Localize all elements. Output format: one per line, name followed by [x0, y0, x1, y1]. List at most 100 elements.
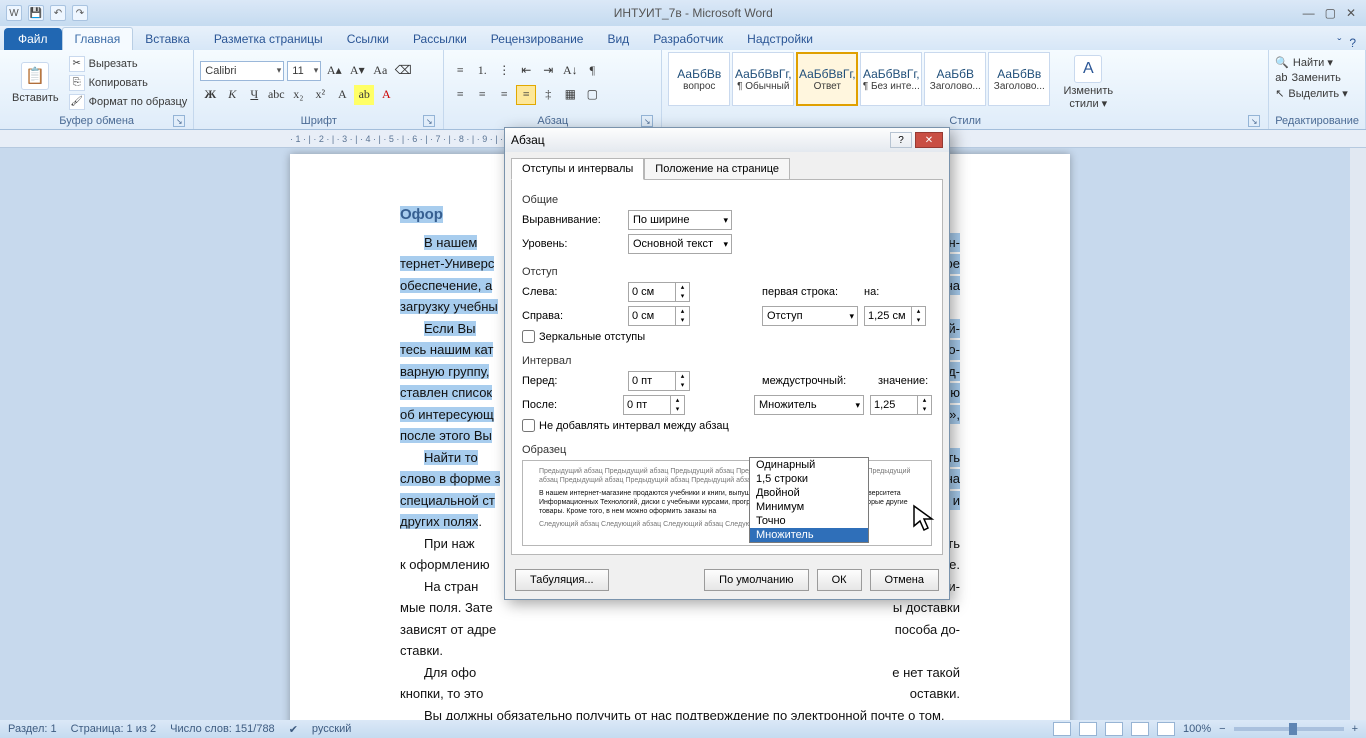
tab-view[interactable]: Вид [595, 28, 641, 50]
align-left-icon[interactable]: ≡ [450, 85, 470, 105]
tab-developer[interactable]: Разработчик [641, 28, 735, 50]
shrink-font-icon[interactable]: A▾ [347, 61, 367, 81]
font-name-combo[interactable]: Calibri [200, 61, 284, 81]
outline-view-icon[interactable] [1131, 722, 1149, 736]
multilevel-icon[interactable]: ⋮ [494, 61, 514, 81]
maximize-icon[interactable]: ▢ [1325, 6, 1336, 20]
zoom-out-icon[interactable]: − [1219, 723, 1225, 735]
mirror-indents-checkbox[interactable]: Зеркальные отступы [522, 330, 932, 343]
tab-home[interactable]: Главная [62, 27, 134, 50]
bullets-icon[interactable]: ≡ [450, 61, 470, 81]
paste-button[interactable]: 📋 Вставить [6, 52, 65, 113]
highlight-icon[interactable]: ab [354, 85, 374, 105]
bold-icon[interactable]: Ж [200, 85, 220, 105]
style-item[interactable]: АаБбВввопрос [668, 52, 730, 106]
dropdown-option[interactable]: Множитель [750, 528, 868, 542]
find-button[interactable]: 🔍Найти ▾ [1275, 56, 1348, 69]
grow-font-icon[interactable]: A▴ [324, 61, 344, 81]
increase-indent-icon[interactable]: ⇥ [538, 61, 558, 81]
underline-icon[interactable]: Ч [244, 85, 264, 105]
style-item[interactable]: АаБбВвГг,¶ Без инте... [860, 52, 922, 106]
clipboard-launcher[interactable]: ↘ [173, 115, 185, 127]
select-button[interactable]: ↖Выделить ▾ [1275, 87, 1348, 100]
justify-icon[interactable]: ≡ [516, 85, 536, 105]
status-page[interactable]: Страница: 1 из 2 [71, 723, 157, 735]
print-layout-view-icon[interactable] [1053, 722, 1071, 736]
tab-insert[interactable]: Вставка [133, 28, 202, 50]
text-effects-icon[interactable]: A [332, 85, 352, 105]
status-section[interactable]: Раздел: 1 [8, 723, 57, 735]
status-proofing-icon[interactable]: ✔ [289, 723, 298, 736]
dialog-titlebar[interactable]: Абзац ? ✕ [505, 128, 949, 152]
help-icon[interactable]: ? [1349, 36, 1356, 50]
line-value-spinner[interactable]: ▴▾ [870, 395, 932, 415]
save-icon[interactable]: 💾 [28, 5, 44, 21]
replace-button[interactable]: abЗаменить [1275, 72, 1348, 84]
web-layout-view-icon[interactable] [1105, 722, 1123, 736]
cancel-button[interactable]: Отмена [870, 569, 939, 591]
full-screen-view-icon[interactable] [1079, 722, 1097, 736]
dialog-help-icon[interactable]: ? [890, 132, 912, 148]
paragraph-launcher[interactable]: ↘ [641, 115, 653, 127]
space-after-spinner[interactable]: ▴▾ [623, 395, 685, 415]
change-case-icon[interactable]: Aa [370, 61, 390, 81]
decrease-indent-icon[interactable]: ⇤ [516, 61, 536, 81]
set-default-button[interactable]: По умолчанию [704, 569, 808, 591]
indent-right-spinner[interactable]: ▴▾ [628, 306, 690, 326]
dropdown-option[interactable]: Точно [750, 514, 868, 528]
copy-button[interactable]: ⎘Копировать [69, 75, 188, 91]
status-words[interactable]: Число слов: 151/788 [170, 723, 275, 735]
outline-level-combo[interactable]: Основной текст [628, 234, 732, 254]
align-right-icon[interactable]: ≡ [494, 85, 514, 105]
shading-icon[interactable]: ▦ [560, 85, 580, 105]
style-item[interactable]: АаБбВЗаголово... [924, 52, 986, 106]
clear-format-icon[interactable]: ⌫ [393, 61, 413, 81]
superscript-icon[interactable]: x² [310, 85, 330, 105]
tab-mailings[interactable]: Рассылки [401, 28, 479, 50]
subscript-icon[interactable]: x₂ [288, 85, 308, 105]
zoom-in-icon[interactable]: + [1352, 723, 1358, 735]
status-language[interactable]: русский [312, 723, 351, 735]
align-center-icon[interactable]: ≡ [472, 85, 492, 105]
font-color-icon[interactable]: A [376, 85, 396, 105]
styles-launcher[interactable]: ↘ [1248, 115, 1260, 127]
style-item[interactable]: АаБбВвЗаголово... [988, 52, 1050, 106]
ok-button[interactable]: ОК [817, 569, 862, 591]
no-space-same-style-checkbox[interactable]: Не добавлять интервал между абзац [522, 419, 932, 432]
dropdown-option[interactable]: Двойной [750, 486, 868, 500]
font-size-combo[interactable]: 11 [287, 61, 321, 81]
line-spacing-dropdown[interactable]: Одинарный1,5 строкиДвойнойМинимумТочноМн… [749, 457, 869, 543]
style-item[interactable]: АаБбВвГг,Ответ [796, 52, 858, 106]
tab-file[interactable]: Файл [4, 28, 62, 50]
alignment-combo[interactable]: По ширине [628, 210, 732, 230]
line-spacing-icon[interactable]: ‡ [538, 85, 558, 105]
draft-view-icon[interactable] [1157, 722, 1175, 736]
minimize-icon[interactable]: — [1303, 6, 1315, 20]
space-before-spinner[interactable]: ▴▾ [628, 371, 690, 391]
tab-line-page-breaks[interactable]: Положение на странице [644, 158, 790, 180]
styles-gallery[interactable]: АаБбВввопросАаБбВвГг,¶ ОбычныйАаБбВвГг,О… [668, 52, 1050, 113]
line-spacing-combo[interactable]: Множитель [754, 395, 864, 415]
format-painter-button[interactable]: 🖌Формат по образцу [69, 94, 188, 110]
tab-review[interactable]: Рецензирование [479, 28, 596, 50]
italic-icon[interactable]: К [222, 85, 242, 105]
undo-icon[interactable]: ↶ [50, 5, 66, 21]
dropdown-option[interactable]: Минимум [750, 500, 868, 514]
redo-icon[interactable]: ↷ [72, 5, 88, 21]
change-styles-button[interactable]: A Изменить стили ▾ [1054, 52, 1122, 113]
strike-icon[interactable]: abc [266, 85, 286, 105]
style-item[interactable]: АаБбВвГг,¶ Обычный [732, 52, 794, 106]
tab-indents-spacing[interactable]: Отступы и интервалы [511, 158, 644, 180]
indent-left-spinner[interactable]: ▴▾ [628, 282, 690, 302]
close-icon[interactable]: ✕ [1346, 6, 1356, 20]
dialog-close-icon[interactable]: ✕ [915, 132, 943, 148]
dropdown-option[interactable]: Одинарный [750, 458, 868, 472]
tab-references[interactable]: Ссылки [335, 28, 401, 50]
tabs-button[interactable]: Табуляция... [515, 569, 609, 591]
tab-addins[interactable]: Надстройки [735, 28, 825, 50]
show-marks-icon[interactable]: ¶ [582, 61, 602, 81]
font-launcher[interactable]: ↘ [423, 115, 435, 127]
zoom-level[interactable]: 100% [1183, 723, 1211, 735]
cut-button[interactable]: ✂Вырезать [69, 56, 188, 72]
sort-icon[interactable]: A↓ [560, 61, 580, 81]
